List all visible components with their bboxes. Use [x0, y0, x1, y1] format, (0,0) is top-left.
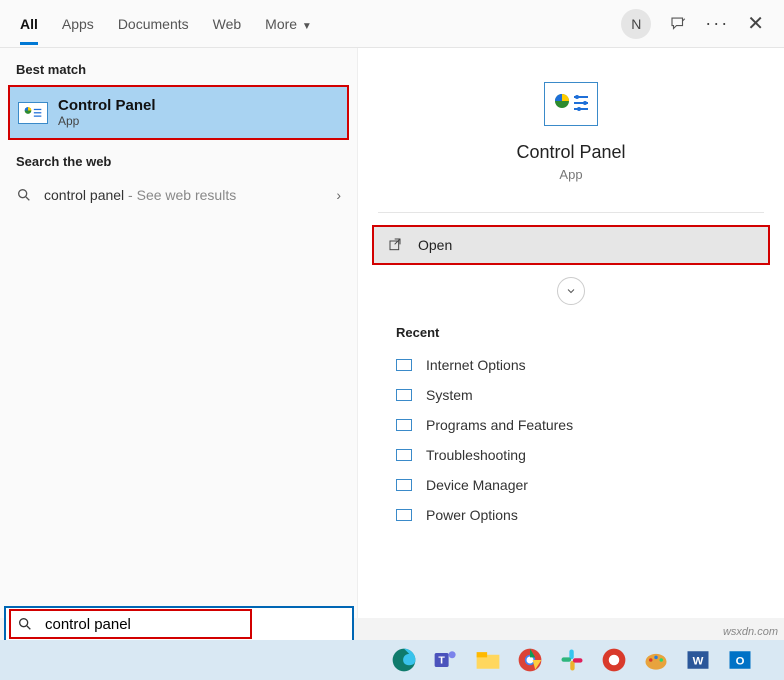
search-web-label: Search the web: [0, 140, 357, 177]
best-match-label: Best match: [0, 48, 357, 85]
recent-item[interactable]: Device Manager: [358, 470, 784, 500]
teams-icon[interactable]: T: [432, 646, 460, 674]
recent-item[interactable]: Programs and Features: [358, 410, 784, 440]
recent-item[interactable]: Internet Options: [358, 350, 784, 380]
result-subtitle: App: [58, 114, 156, 128]
slack-icon[interactable]: [558, 646, 586, 674]
search-icon: [16, 187, 32, 203]
preview-title: Control Panel: [358, 142, 784, 163]
divider: [378, 212, 764, 213]
cp-mini-icon: [396, 389, 412, 401]
chevron-right-icon: ›: [336, 187, 341, 203]
recent-item[interactable]: System: [358, 380, 784, 410]
search-bar[interactable]: [4, 606, 354, 642]
caret-down-icon: ▼: [299, 21, 312, 32]
svg-text:O: O: [736, 655, 745, 667]
paint-icon[interactable]: [642, 646, 670, 674]
preview-panel: Control Panel App Open Recent Internet O…: [357, 48, 784, 618]
search-tabs: All Apps Documents Web More ▼ N ··· ✕: [0, 0, 784, 48]
feedback-icon[interactable]: [669, 15, 687, 33]
tab-apps[interactable]: Apps: [62, 2, 94, 45]
search-icon: [17, 616, 33, 632]
user-avatar[interactable]: N: [621, 9, 651, 39]
web-result-text: control panel - See web results: [44, 187, 236, 203]
recent-item[interactable]: Power Options: [358, 500, 784, 530]
search-input[interactable]: [39, 616, 250, 633]
control-panel-icon: [18, 102, 48, 124]
cp-mini-icon: [396, 419, 412, 431]
cp-mini-icon: [396, 479, 412, 491]
close-button[interactable]: ✕: [747, 11, 764, 36]
open-label: Open: [418, 237, 452, 253]
app-icon[interactable]: [600, 646, 628, 674]
open-button[interactable]: Open: [372, 225, 770, 265]
best-match-result[interactable]: Control Panel App: [8, 85, 349, 140]
recent-item[interactable]: Troubleshooting: [358, 440, 784, 470]
open-icon: [388, 237, 404, 253]
chevron-down-icon: [565, 285, 577, 297]
cp-mini-icon: [396, 449, 412, 461]
tab-more[interactable]: More ▼: [265, 2, 312, 45]
web-result[interactable]: control panel - See web results ›: [0, 177, 357, 213]
cp-mini-icon: [396, 359, 412, 371]
svg-text:W: W: [693, 655, 704, 667]
control-panel-large-icon: [544, 82, 598, 126]
recent-label: Recent: [358, 319, 784, 350]
taskbar: T W O: [0, 640, 784, 680]
result-title: Control Panel: [58, 97, 156, 114]
chrome-icon[interactable]: [516, 646, 544, 674]
preview-subtitle: App: [358, 167, 784, 182]
svg-text:T: T: [438, 655, 445, 667]
outlook-icon[interactable]: O: [726, 646, 754, 674]
edge-icon[interactable]: [390, 646, 418, 674]
results-panel: Best match Control Panel App Search the …: [0, 48, 357, 618]
word-icon[interactable]: W: [684, 646, 712, 674]
more-options-icon[interactable]: ···: [705, 13, 729, 34]
watermark: wsxdn.com: [723, 626, 778, 638]
tab-documents[interactable]: Documents: [118, 2, 189, 45]
cp-mini-icon: [396, 509, 412, 521]
tab-web[interactable]: Web: [213, 2, 242, 45]
expand-button[interactable]: [557, 277, 585, 305]
tab-all[interactable]: All: [20, 2, 38, 45]
explorer-icon[interactable]: [474, 646, 502, 674]
